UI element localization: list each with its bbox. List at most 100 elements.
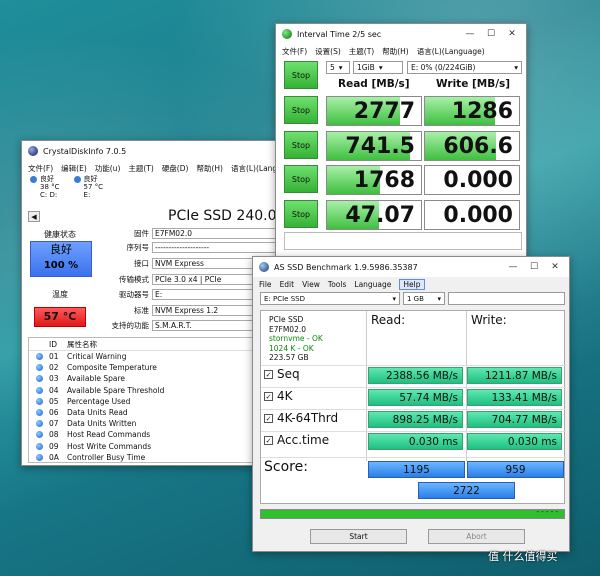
- table-row[interactable]: 09 Host Write Commands: [29, 441, 277, 452]
- minimize-icon[interactable]: —: [505, 262, 521, 272]
- checkbox[interactable]: ✓: [264, 369, 273, 379]
- count-select[interactable]: 5 ▾: [326, 61, 350, 74]
- test-row-label[interactable]: ✓ Acc.time: [264, 433, 329, 447]
- drive-tab-c[interactable]: 良好 38 °C C: D:: [30, 175, 60, 199]
- table-header: ID 属性名称: [29, 338, 277, 351]
- checkbox[interactable]: ✓: [264, 413, 273, 423]
- table-row[interactable]: 03 Available Spare: [29, 373, 277, 384]
- drive-select[interactable]: E: 0% (0/224GiB) ▾: [407, 61, 522, 74]
- table-row[interactable]: 02 Composite Temperature: [29, 362, 277, 373]
- divider: [261, 387, 566, 388]
- as-menu-help[interactable]: Help: [399, 278, 425, 290]
- write-result-cell: 0.000: [424, 165, 520, 195]
- cdi-menu-function[interactable]: 功能(u): [95, 163, 121, 174]
- attr-name: Controller Busy Time: [67, 452, 146, 462]
- checkbox[interactable]: ✓: [264, 391, 273, 401]
- smart-attribute-table[interactable]: ID 属性名称 01 Critical Warning 02 Composite Tem…: [28, 337, 278, 463]
- chevron-down-icon: ▾: [514, 63, 518, 72]
- info-alignment: 1024 K - OK: [269, 343, 314, 353]
- maximize-icon[interactable]: ☐: [483, 29, 499, 39]
- maximize-icon[interactable]: ☐: [526, 262, 542, 272]
- status-ball-icon: [35, 375, 43, 383]
- stop-button[interactable]: Stop: [284, 199, 318, 228]
- write-value: 0.000: [443, 168, 513, 193]
- stop-button[interactable]: Stop: [284, 130, 318, 159]
- minimize-icon[interactable]: —: [462, 29, 478, 39]
- read-value: 47.07: [345, 202, 415, 228]
- info-model: PCIe SSD: [269, 315, 304, 324]
- cdi-menu-help[interactable]: 帮助(H): [196, 163, 223, 174]
- iv-menu-theme[interactable]: 主题(T): [349, 46, 374, 57]
- test-name: 4K-64Thrd: [277, 411, 339, 425]
- read-result-cell: 2777: [326, 96, 422, 126]
- column-header-id[interactable]: ID: [49, 340, 67, 349]
- as-menu-language[interactable]: Language: [354, 280, 391, 289]
- iv-menu-file[interactable]: 文件(F): [282, 46, 307, 57]
- stop-all-button[interactable]: Stop: [284, 61, 318, 89]
- as-menu-edit[interactable]: Edit: [280, 280, 295, 289]
- iv-menu-language[interactable]: 语言(L)(Language): [417, 46, 485, 57]
- stop-button[interactable]: Stop: [284, 96, 318, 124]
- as-drive-select[interactable]: E: PCIe SSD ▾: [260, 292, 400, 305]
- iv-title: Interval Time 2/5 sec: [297, 29, 382, 39]
- size-value: 1GiB: [357, 63, 375, 72]
- read-header: Read [MB/s]: [338, 78, 410, 90]
- table-row[interactable]: 0A Controller Busy Time: [29, 452, 277, 462]
- start-button[interactable]: Start: [310, 529, 407, 544]
- cdi-menu-theme[interactable]: 主题(T): [128, 163, 153, 174]
- write-result: 1211.87 MB/s: [467, 367, 562, 384]
- as-menu-tools[interactable]: Tools: [328, 280, 346, 289]
- cdi-title: CrystalDiskInfo 7.0.5: [43, 146, 127, 156]
- iv-menu-help[interactable]: 帮助(H): [382, 46, 409, 57]
- close-icon[interactable]: ✕: [504, 29, 520, 39]
- table-row[interactable]: 07 Data Units Written: [29, 418, 277, 429]
- checkbox[interactable]: ✓: [264, 435, 273, 445]
- as-menu-file[interactable]: File: [259, 280, 272, 289]
- read-result-cell: 47.07: [326, 199, 422, 230]
- attr-name: Host Write Commands: [67, 441, 152, 451]
- table-row[interactable]: 06 Data Units Read: [29, 407, 277, 418]
- cdi-menu-edit[interactable]: 编辑(E): [61, 163, 87, 174]
- stop-button[interactable]: Stop: [284, 165, 318, 193]
- drive-bar: 良好 38 °C C: D: 良好 57 °C E:: [22, 175, 279, 205]
- iv-menu-settings[interactable]: 设置(S): [315, 46, 341, 57]
- cdi-menu-disk[interactable]: 硬盘(D): [162, 163, 189, 174]
- column-header-name[interactable]: 属性名称: [67, 339, 97, 350]
- as-size-select[interactable]: 1 GB ▾: [403, 292, 445, 305]
- drive-status: 良好: [40, 175, 54, 183]
- info-size: 223.57 GB: [269, 353, 309, 362]
- diskmark-app-icon: [282, 29, 292, 39]
- iv-titlebar: Interval Time 2/5 sec — ☐ ✕: [276, 24, 526, 44]
- cdi-menu-file[interactable]: 文件(F): [28, 163, 53, 174]
- abort-button[interactable]: Abort: [428, 529, 525, 544]
- table-row[interactable]: 08 Host Read Commands: [29, 429, 277, 440]
- prev-disk-button[interactable]: ◀: [28, 211, 40, 222]
- status-ball-icon: [35, 431, 43, 439]
- temperature-value: 57 °C: [34, 307, 86, 327]
- cdi-titlebar: CrystalDiskInfo 7.0.5: [22, 141, 279, 161]
- cdi-menu-language[interactable]: 语言(L)(Lang: [231, 163, 277, 174]
- test-row-label[interactable]: ✓ 4K: [264, 389, 293, 403]
- table-row[interactable]: 05 Percentage Used: [29, 396, 277, 407]
- size-select[interactable]: 1GiB ▾: [353, 61, 403, 74]
- read-value: 741.5: [345, 133, 415, 159]
- cdi-menubar: 文件(F) 编辑(E) 功能(u) 主题(T) 硬盘(D) 帮助(H) 语言(L…: [22, 161, 279, 175]
- drive-tab-e[interactable]: 良好 57 °C E:: [73, 175, 103, 199]
- attr-id: 04: [49, 385, 59, 395]
- close-icon[interactable]: ✕: [547, 262, 563, 272]
- write-result: 133.41 MB/s: [467, 389, 562, 406]
- table-row[interactable]: 01 Critical Warning: [29, 351, 277, 362]
- drive-temp: 38 °C: [40, 183, 60, 191]
- status-ball-icon: [35, 364, 43, 372]
- as-titlebar: AS SSD Benchmark 1.9.5986.35387 — ☐ ✕: [253, 257, 569, 277]
- test-row-label[interactable]: ✓ 4K-64Thrd: [264, 411, 338, 425]
- column-divider: [366, 311, 367, 461]
- write-result-cell: 1286: [424, 96, 520, 126]
- as-menu-view[interactable]: View: [302, 280, 320, 289]
- test-name: 4K: [277, 389, 293, 403]
- health-percent: 100 %: [43, 260, 79, 271]
- as-extra-field[interactable]: [448, 292, 565, 305]
- test-row-label[interactable]: ✓ Seq: [264, 367, 300, 381]
- field-label: 传输模式: [119, 274, 149, 284]
- table-row[interactable]: 04 Available Spare Threshold: [29, 385, 277, 396]
